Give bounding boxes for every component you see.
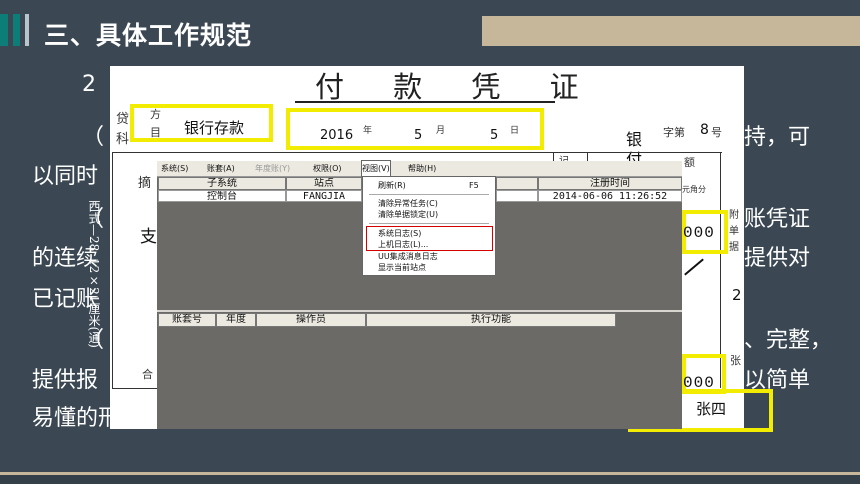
column-header-operator[interactable]: 操作员	[256, 313, 366, 327]
date-month: 5	[414, 128, 423, 143]
amount-label: 额	[684, 156, 695, 169]
highlight-red-box	[366, 226, 493, 251]
header-decor-bar	[482, 16, 860, 46]
body-text: 提供报	[32, 368, 99, 393]
number-suffix: 号	[711, 126, 722, 139]
grid-line	[112, 388, 157, 389]
menu-permission[interactable]: 权限(O)	[313, 161, 342, 176]
column-header-account-no[interactable]: 账套号	[158, 313, 216, 327]
header-accent-bar	[0, 14, 8, 46]
voucher-number: 8	[700, 122, 709, 138]
menu-bar: 系统(S) 账套(A) 年度账(Y) 权限(O) 视图(V) 帮助(H)	[157, 160, 682, 177]
zhang-label: 张	[730, 354, 741, 367]
menu-item-uu-log[interactable]: UU集成消息日志	[378, 251, 438, 262]
day-label: 日	[510, 126, 520, 136]
header-accent-bar	[25, 14, 29, 46]
attach-label: 附	[729, 210, 739, 221]
table-cell[interactable]: FANGJIA	[286, 190, 362, 202]
body-text: 持，可	[744, 125, 811, 150]
menu-account-set[interactable]: 账套(A)	[207, 161, 235, 176]
year-label: 年	[363, 126, 373, 136]
menu-system[interactable]: 系统(S)	[161, 161, 188, 176]
attach-count: 2	[732, 286, 742, 304]
voucher-title-underline	[295, 101, 555, 103]
menu-separator	[369, 194, 489, 195]
footer-bar	[0, 475, 860, 484]
unit-labels: 元角分	[682, 185, 706, 194]
side-text: 西式—28	[87, 200, 101, 252]
menu-item-show-site[interactable]: 显示当前站点	[378, 262, 426, 273]
menu-item-clear-locks[interactable]: 清除单据锁定(U)	[378, 209, 438, 220]
size-text: 12×21厘米(通)	[87, 258, 101, 348]
total-label: 合	[142, 368, 153, 381]
column-header-register-time[interactable]: 注册时间	[538, 177, 682, 190]
column-header-blank[interactable]	[496, 177, 538, 190]
summary-char: 支	[140, 227, 157, 247]
column-header-year[interactable]: 年度	[216, 313, 256, 327]
grid-line	[112, 152, 113, 388]
number-label: 字第	[663, 126, 685, 139]
shortcut-key: F5	[469, 181, 479, 190]
column-header-site[interactable]: 站点	[286, 177, 362, 190]
menu-separator	[369, 223, 489, 224]
body-text: 账凭证	[744, 207, 811, 232]
body-text: 以同时	[32, 164, 99, 189]
menu-help[interactable]: 帮助(H)	[408, 161, 436, 176]
body-text: 2	[82, 72, 96, 97]
pane-divider[interactable]	[157, 310, 682, 312]
amount-value: 000	[683, 224, 715, 242]
grid-line	[112, 152, 722, 153]
date-day: 5	[490, 128, 499, 143]
credit-label-left: 贷	[116, 112, 130, 127]
credit-account: 银行存款	[184, 119, 245, 137]
summary-label: 摘	[138, 176, 152, 191]
menu-view[interactable]: 视图(V)	[361, 160, 391, 177]
menu-item-refresh[interactable]: 刷新(R)	[378, 180, 406, 191]
body-text: 、完整，	[744, 328, 833, 353]
date-year: 2016	[320, 128, 354, 143]
table-cell[interactable]: 2014-06-06 11:26:52	[538, 190, 682, 202]
attach-label: 单	[729, 226, 739, 237]
grid-line	[720, 152, 721, 388]
table-cell[interactable]	[496, 190, 538, 202]
menu-year-account: 年度账(Y)	[255, 164, 291, 173]
month-label: 月	[436, 126, 446, 136]
column-header-subsystem[interactable]: 子系统	[158, 177, 286, 190]
credit-label-left: 科	[116, 132, 130, 147]
table-cell[interactable]: 控制台	[158, 190, 286, 202]
signer-name: 张四	[696, 400, 727, 418]
column-header-function[interactable]: 执行功能	[366, 313, 616, 327]
body-text: （	[82, 125, 105, 150]
slide-title: 三、具体工作规范	[44, 21, 253, 50]
header-accent-bar	[13, 14, 20, 46]
body-text: 提供对	[744, 246, 811, 271]
voucher-title: 付 款 凭 证	[315, 70, 599, 104]
attach-label: 据	[729, 242, 739, 253]
menu-item-clear-tasks[interactable]: 清除异常任务(C)	[378, 198, 438, 209]
